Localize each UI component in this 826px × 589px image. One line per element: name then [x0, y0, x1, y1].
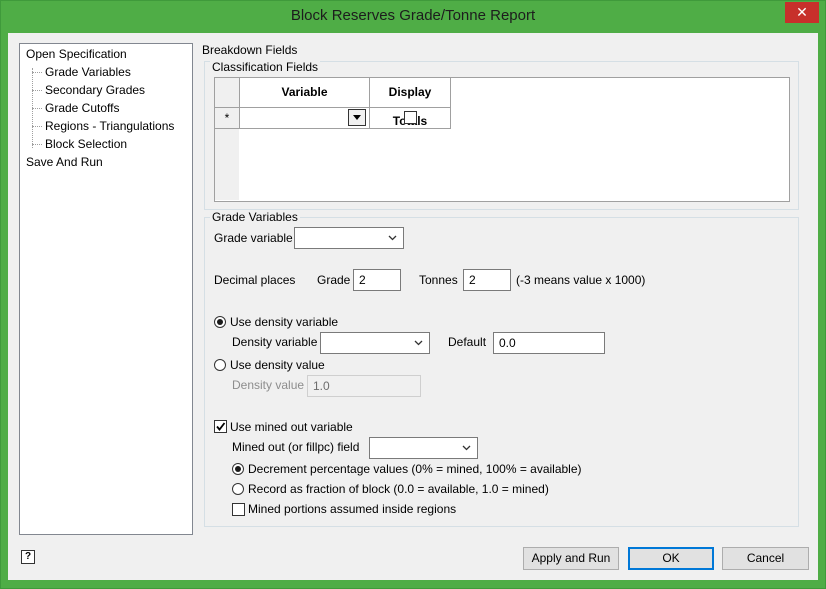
breakdown-fields-heading: Breakdown Fields [202, 43, 298, 57]
display-totals-cell [370, 108, 451, 129]
tree-item-secondary-grades[interactable]: Secondary Grades [45, 82, 145, 98]
mined-field-select[interactable] [369, 437, 478, 459]
dialog-window: Block Reserves Grade/Tonne Report ✕ Open… [0, 0, 826, 589]
use-density-variable-radio[interactable] [214, 316, 226, 328]
grade-variables-label: Grade Variables [210, 210, 300, 224]
inside-regions-checkbox[interactable] [232, 503, 245, 516]
tree-connector [32, 126, 42, 127]
navigation-tree: Open Specification Grade Variables Secon… [19, 43, 193, 535]
title-bar[interactable]: Block Reserves Grade/Tonne Report ✕ [1, 1, 825, 33]
column-header-display-totals[interactable]: Display Totals [370, 78, 451, 128]
tree-item-grade-variables[interactable]: Grade Variables [45, 64, 131, 80]
close-button[interactable]: ✕ [785, 2, 819, 23]
tree-item-grade-cutoffs[interactable]: Grade Cutoffs [45, 100, 119, 116]
decrement-percentage-label[interactable]: Decrement percentage values (0% = mined,… [248, 461, 582, 477]
cell-dropdown-button[interactable] [348, 109, 366, 126]
density-value-input[interactable]: 1.0 [307, 375, 421, 397]
display-totals-checkbox[interactable] [404, 111, 417, 124]
cancel-button[interactable]: Cancel [722, 547, 809, 570]
decimal-places-label: Decimal places [214, 273, 296, 287]
decimal-note: (-3 means value x 1000) [516, 273, 646, 287]
dialog-body: Open Specification Grade Variables Secon… [8, 33, 818, 580]
use-mined-out-label[interactable]: Use mined out variable [230, 419, 353, 435]
variable-cell[interactable] [240, 108, 370, 129]
tree-connector [32, 72, 42, 73]
use-density-value-label[interactable]: Use density value [230, 357, 325, 373]
grid-corner [215, 78, 240, 108]
tree-item-block-selection[interactable]: Block Selection [45, 136, 127, 152]
record-fraction-label[interactable]: Record as fraction of block (0.0 = avail… [248, 481, 549, 497]
grade-variable-label: Grade variable [214, 231, 293, 245]
apply-and-run-button[interactable]: Apply and Run [523, 547, 619, 570]
grade-variable-select[interactable] [294, 227, 404, 249]
checkmark-icon [216, 422, 226, 431]
density-variable-select[interactable] [320, 332, 430, 354]
inside-regions-label[interactable]: Mined portions assumed inside regions [248, 501, 456, 517]
chevron-down-icon [462, 445, 471, 451]
window-title: Block Reserves Grade/Tonne Report [290, 7, 536, 24]
tree-item-save-and-run[interactable]: Save And Run [26, 154, 103, 170]
tree-connector [32, 144, 42, 145]
density-variable-label: Density variable [232, 335, 318, 349]
ok-button[interactable]: OK [628, 547, 714, 570]
tree-connector [32, 108, 42, 109]
classification-fields-label: Classification Fields [210, 60, 321, 74]
default-label: Default [448, 335, 487, 349]
grade-decimals-input[interactable]: 2 [353, 269, 401, 291]
chevron-down-icon [388, 235, 397, 241]
help-icon[interactable]: ? [21, 550, 35, 564]
new-row-marker: * [215, 108, 240, 129]
tree-connector [32, 90, 42, 91]
classification-grid: Variable Display Totals * [214, 77, 790, 202]
tonnes-decimals-input[interactable]: 2 [463, 269, 511, 291]
default-density-input[interactable]: 0.0 [493, 332, 605, 354]
use-density-value-radio[interactable] [214, 359, 226, 371]
tonnes-decimals-label: Tonnes [419, 273, 458, 287]
density-value-label: Density value [232, 378, 305, 392]
record-fraction-radio[interactable] [232, 483, 244, 495]
chevron-down-icon [353, 115, 361, 120]
mined-field-label: Mined out (or fillpc) field [232, 440, 360, 454]
decrement-percentage-radio[interactable] [232, 463, 244, 475]
use-mined-out-checkbox[interactable] [214, 420, 227, 433]
tree-item-open-specification[interactable]: Open Specification [26, 46, 127, 62]
use-density-variable-label[interactable]: Use density variable [230, 314, 338, 330]
chevron-down-icon [414, 340, 423, 346]
tree-item-regions-triangulations[interactable]: Regions - Triangulations [45, 118, 174, 134]
grade-decimals-label: Grade [317, 273, 351, 287]
column-header-variable[interactable]: Variable [240, 78, 370, 108]
